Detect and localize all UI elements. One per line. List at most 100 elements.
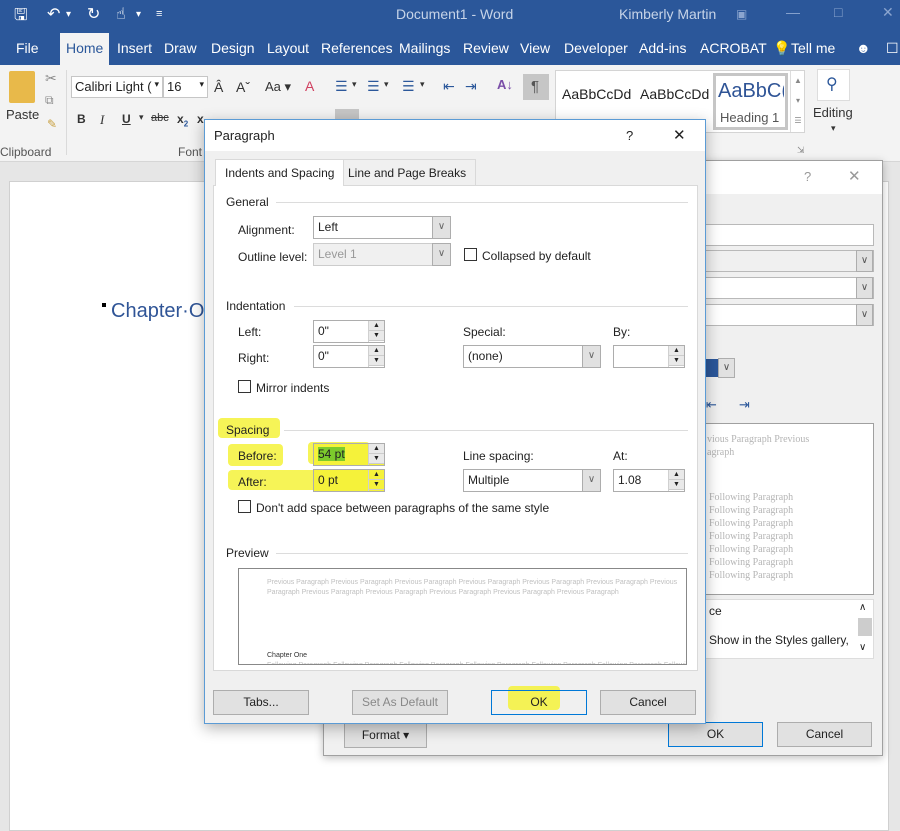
help-icon[interactable]: ? [626,128,633,143]
ok-button[interactable]: OK [491,690,587,715]
style-following-select[interactable]: ∨ [704,304,874,326]
style-nospacing-sample[interactable]: AaBbCcDd [640,86,709,102]
tab-developer[interactable]: Developer [564,40,628,56]
tab-references[interactable]: References [321,40,393,56]
tab-file[interactable]: File [16,40,39,56]
grow-font-icon[interactable]: Â [214,79,223,95]
modify-ok-button[interactable]: OK [668,722,763,747]
help-icon[interactable]: ? [804,169,811,184]
spacing-before-spinner[interactable]: ▲ ▼ [368,444,384,465]
tab-mailings[interactable]: Mailings [399,40,450,56]
styles-scroll[interactable]: ▲ ▾ ☰ [790,71,805,132]
styles-dialog-launcher-icon[interactable]: ⇲ [797,145,805,156]
tab-draw[interactable]: Draw [164,40,197,56]
undo-icon[interactable]: ↶ [47,4,60,24]
scroll-down-icon[interactable]: ∨ [859,642,866,653]
share-icon[interactable]: ☻ [856,40,871,56]
spacing-before-input[interactable]: 54 pt ▲ ▼ [313,443,385,466]
editing-dropdown-icon[interactable]: ▾ [831,123,836,134]
multilevel-dropdown-icon[interactable]: ▾ [420,79,425,90]
left-indent-input[interactable]: 0" ▲ ▼ [313,320,385,343]
font-name-combo[interactable]: Calibri Light (▾ [71,76,163,98]
find-button[interactable]: ⚲ [817,69,850,101]
tab-indents-and-spacing[interactable]: Indents and Spacing [215,159,345,186]
close-icon[interactable]: ✕ [848,167,861,185]
set-as-default-button[interactable]: Set As Default [352,690,448,715]
by-input[interactable]: ▲ ▼ [613,345,685,368]
save-icon[interactable]: 🖫 [14,4,28,31]
align-left-button[interactable] [335,109,359,119]
close-icon[interactable]: ✕ [882,4,894,21]
comments-icon[interactable]: ☐ [886,40,899,57]
spacing-after-input[interactable]: 0 pt ▲ ▼ [313,469,385,492]
superscript-icon[interactable]: x [197,112,204,126]
at-spinner[interactable]: ▲ ▼ [668,470,684,491]
cut-icon[interactable]: ✂ [45,70,57,87]
user-name[interactable]: Kimberly Martin [619,6,716,22]
right-indent-spinner[interactable]: ▲ ▼ [368,346,384,367]
tab-review[interactable]: Review [463,40,509,56]
underline-icon[interactable]: U [122,112,131,126]
bold-icon[interactable]: B [77,112,86,126]
alignment-select[interactable]: Left ∨ [313,216,451,239]
cancel-button[interactable]: Cancel [600,690,696,715]
tabs-button[interactable]: Tabs... [213,690,309,715]
tab-insert[interactable]: Insert [117,40,152,56]
decrease-indent-icon[interactable]: ⇤ [706,397,717,413]
tab-acrobat[interactable]: ACROBAT [700,40,767,56]
left-indent-spinner[interactable]: ▲ ▼ [368,321,384,342]
at-input[interactable]: 1.08 ▲ ▼ [613,469,685,492]
special-select[interactable]: (none) ∨ [463,345,601,368]
touch-dropdown-icon[interactable]: ▾ [136,9,141,20]
customize-icon[interactable]: ≡ [156,8,162,20]
minimize-icon[interactable]: — [786,4,800,20]
style-based-on-select[interactable]: ∨ [704,277,874,299]
maximize-icon[interactable]: □ [834,4,842,20]
modify-cancel-button[interactable]: Cancel [777,722,872,747]
increase-indent-icon[interactable]: ⇥ [465,78,477,95]
mirror-indents-label[interactable]: Mirror indents [256,381,329,395]
close-icon[interactable]: ✕ [673,126,686,144]
paste-button[interactable]: Paste [6,107,39,122]
collapsed-by-default-label[interactable]: Collapsed by default [482,249,591,263]
paste-icon[interactable] [9,71,35,103]
outline-level-select[interactable]: Level 1 ∨ [313,243,451,266]
line-spacing-select[interactable]: Multiple ∨ [463,469,601,492]
dont-add-space-label[interactable]: Don't add space between paragraphs of th… [256,501,549,515]
sort-icon[interactable]: A↓ [497,77,513,92]
shrink-font-icon[interactable]: Aˇ [236,79,250,95]
ribbon-display-icon[interactable]: ▣ [736,7,747,21]
redo-icon[interactable]: ↻ [87,4,100,24]
subscript-icon[interactable]: x2 [177,112,188,128]
clear-formatting-icon[interactable]: A [305,78,314,94]
tab-layout[interactable]: Layout [267,40,309,56]
style-heading1[interactable]: AaBbC( Heading 1 [713,73,788,130]
bullets-dropdown-icon[interactable]: ▾ [352,79,357,90]
tab-home[interactable]: Home [60,33,110,65]
bullets-icon[interactable]: ☰ [335,78,348,95]
mirror-indents-checkbox[interactable] [238,380,251,393]
editing-button[interactable]: Editing [813,105,853,120]
tab-view[interactable]: View [520,40,550,56]
spacing-after-spinner[interactable]: ▲ ▼ [368,470,384,491]
dont-add-space-checkbox[interactable] [238,500,251,513]
font-color-dropdown[interactable]: ∨ [718,358,735,378]
tab-design[interactable]: Design [211,40,255,56]
font-color-swatch[interactable] [704,359,718,377]
multilevel-list-icon[interactable]: ☰ [402,78,415,95]
description-scrollbar[interactable]: ∧ ∨ [855,600,873,658]
tab-line-and-page-breaks[interactable]: Line and Page Breaks [338,159,477,185]
scroll-up-icon[interactable]: ∧ [859,602,866,613]
change-case-button[interactable]: Aa ▾ [265,79,291,95]
tab-add-ins[interactable]: Add-ins [639,40,686,56]
style-normal-sample[interactable]: AaBbCcDd [562,86,631,102]
decrease-indent-icon[interactable]: ⇤ [443,78,455,95]
by-spinner[interactable]: ▲ ▼ [668,346,684,367]
undo-dropdown-icon[interactable]: ▾ [66,9,71,20]
underline-dropdown-icon[interactable]: ▾ [139,112,144,123]
format-button[interactable]: Format ▾ [344,723,427,748]
numbering-dropdown-icon[interactable]: ▾ [384,79,389,90]
right-indent-input[interactable]: 0" ▲ ▼ [313,345,385,368]
scroll-thumb[interactable] [858,618,872,636]
italic-icon[interactable]: I [100,112,104,128]
